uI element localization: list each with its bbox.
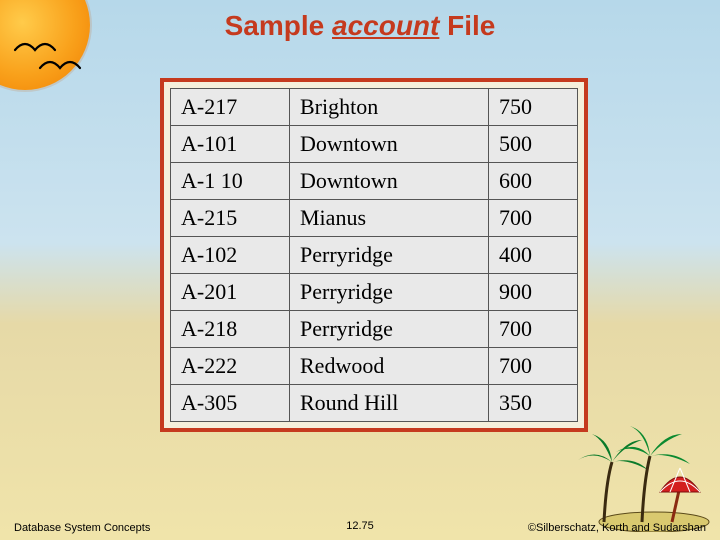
table-cell: 400 [489, 237, 578, 274]
title-italic: account [332, 10, 439, 41]
table-cell: A-215 [171, 200, 290, 237]
table-cell: 750 [489, 89, 578, 126]
table-row: A-217Brighton750 [171, 89, 578, 126]
table-cell: A-222 [171, 348, 290, 385]
footer-page-number: 12.75 [346, 520, 374, 532]
table-cell: 350 [489, 385, 578, 422]
table-row: A-222Redwood700 [171, 348, 578, 385]
table-cell: Brighton [290, 89, 489, 126]
table-cell: 600 [489, 163, 578, 200]
table-cell: Mianus [290, 200, 489, 237]
table-row: A-101Downtown500 [171, 126, 578, 163]
table-cell: A-101 [171, 126, 290, 163]
table-cell: A-305 [171, 385, 290, 422]
table-row: A-215Mianus700 [171, 200, 578, 237]
title-prefix: Sample [225, 10, 332, 41]
table-cell: 900 [489, 274, 578, 311]
table-cell: Downtown [290, 126, 489, 163]
table-cell: A-102 [171, 237, 290, 274]
table-row: A-102Perryridge400 [171, 237, 578, 274]
table-cell: Downtown [290, 163, 489, 200]
table-cell: 700 [489, 311, 578, 348]
table-cell: Perryridge [290, 237, 489, 274]
title-suffix: File [439, 10, 495, 41]
table-row: A-218Perryridge700 [171, 311, 578, 348]
table-cell: A-1 10 [171, 163, 290, 200]
table-cell: Perryridge [290, 274, 489, 311]
table-cell: A-218 [171, 311, 290, 348]
table-cell: A-217 [171, 89, 290, 126]
slide-title: Sample account File [0, 10, 720, 42]
account-table-frame: A-217Brighton750A-101Downtown500A-1 10Do… [160, 78, 588, 432]
palm-beach-icon [564, 422, 714, 532]
table-cell: 700 [489, 348, 578, 385]
table-cell: 700 [489, 200, 578, 237]
table-cell: 500 [489, 126, 578, 163]
table-cell: Round Hill [290, 385, 489, 422]
table-cell: A-201 [171, 274, 290, 311]
table-cell: Redwood [290, 348, 489, 385]
footer: Database System Concepts 12.75 ©Silbersc… [0, 522, 720, 534]
table-cell: Perryridge [290, 311, 489, 348]
table-row: A-305Round Hill350 [171, 385, 578, 422]
footer-right: ©Silberschatz, Korth and Sudarshan [528, 522, 706, 534]
slide: Sample account File A-217Brighton750A-10… [0, 0, 720, 540]
table-row: A-1 10Downtown600 [171, 163, 578, 200]
table-row: A-201Perryridge900 [171, 274, 578, 311]
footer-left: Database System Concepts [14, 522, 150, 534]
account-table: A-217Brighton750A-101Downtown500A-1 10Do… [170, 88, 578, 422]
